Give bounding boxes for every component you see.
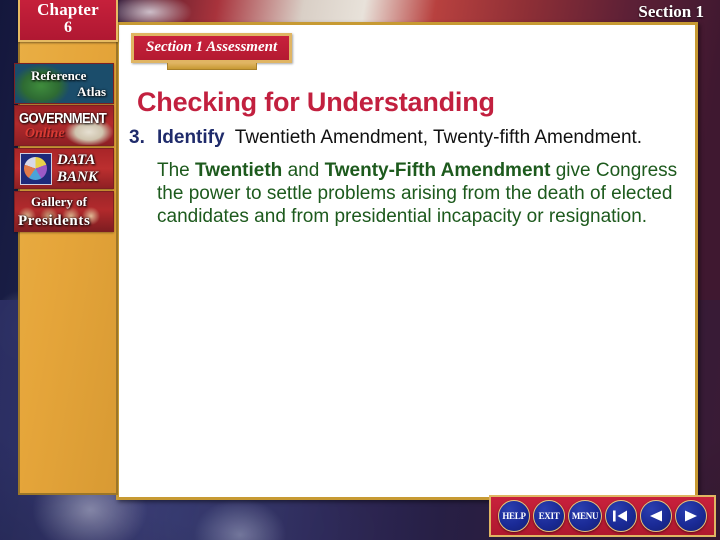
chapter-word: Chapter <box>37 0 99 19</box>
sidebar-item-gallery-of-presidents[interactable]: Gallery of Presidents <box>14 191 114 232</box>
gallery-of-presidents-label-line2: Presidents <box>18 213 91 229</box>
page-title: Checking for Understanding <box>137 87 495 117</box>
reference-atlas-label-line2: Atlas <box>77 84 106 99</box>
question-text: Identify Twentieth Amendment, Twenty-fif… <box>157 127 642 150</box>
menu-button[interactable]: MENU <box>568 500 602 532</box>
navigation-bar: HELP EXIT MENU <box>489 495 716 537</box>
government-online-label-line1: GOVERNMENT <box>19 109 107 127</box>
gallery-of-presidents-label-line1: Gallery of <box>31 194 87 209</box>
sidebar-item-government-online[interactable]: GOVERNMENT Online <box>14 105 114 146</box>
next-arrow-icon <box>685 510 697 522</box>
content-panel: Section 1 Assessment Checking for Unders… <box>116 22 698 500</box>
answer-text: The Twentieth and Twenty-Fifth Amendment… <box>157 159 681 229</box>
first-slide-arrow-icon <box>613 510 627 522</box>
section-label: Section 1 <box>638 2 704 21</box>
question-prompt: Twentieth Amendment, Twenty-fifth Amendm… <box>234 127 643 148</box>
assessment-banner-tab <box>166 63 257 70</box>
sidebar-item-data-bank[interactable]: DATA BANK <box>14 148 114 189</box>
government-online-label-line2: Online <box>25 126 65 141</box>
question-number: 3. <box>129 127 145 148</box>
chapter-tab: Chapter 6 <box>18 0 118 42</box>
pie-chart-icon <box>20 153 52 185</box>
exit-button[interactable]: EXIT <box>533 500 565 532</box>
sidebar-item-reference-atlas[interactable]: Reference Atlas <box>14 63 114 104</box>
answer-lead: The <box>157 159 196 181</box>
question-block: 3. Identify Twentieth Amendment, Twenty-… <box>129 127 681 228</box>
help-button[interactable]: HELP <box>498 500 530 532</box>
slide-canvas: Chapter 6 Section 1 Reference Atlas GOVE… <box>0 0 720 540</box>
answer-bold-twentieth: Twentieth <box>195 159 283 181</box>
question-verb: Identify <box>157 127 225 148</box>
first-slide-button[interactable] <box>605 500 637 532</box>
previous-button[interactable] <box>640 500 672 532</box>
previous-arrow-icon <box>650 510 662 522</box>
chapter-number: 6 <box>64 18 72 36</box>
answer-mid: and <box>282 159 325 181</box>
assessment-banner: Section 1 Assessment <box>131 33 293 70</box>
data-bank-label-line2: BANK <box>57 169 98 185</box>
reference-atlas-label-line1: Reference <box>31 68 87 83</box>
question-row: 3. Identify Twentieth Amendment, Twenty-… <box>129 127 681 150</box>
next-button[interactable] <box>675 500 707 532</box>
data-bank-label-line1: DATA <box>57 152 96 168</box>
assessment-banner-label: Section 1 Assessment <box>131 33 293 63</box>
answer-bold-twentyfifth: Twenty-Fifth Amendment <box>324 159 551 181</box>
